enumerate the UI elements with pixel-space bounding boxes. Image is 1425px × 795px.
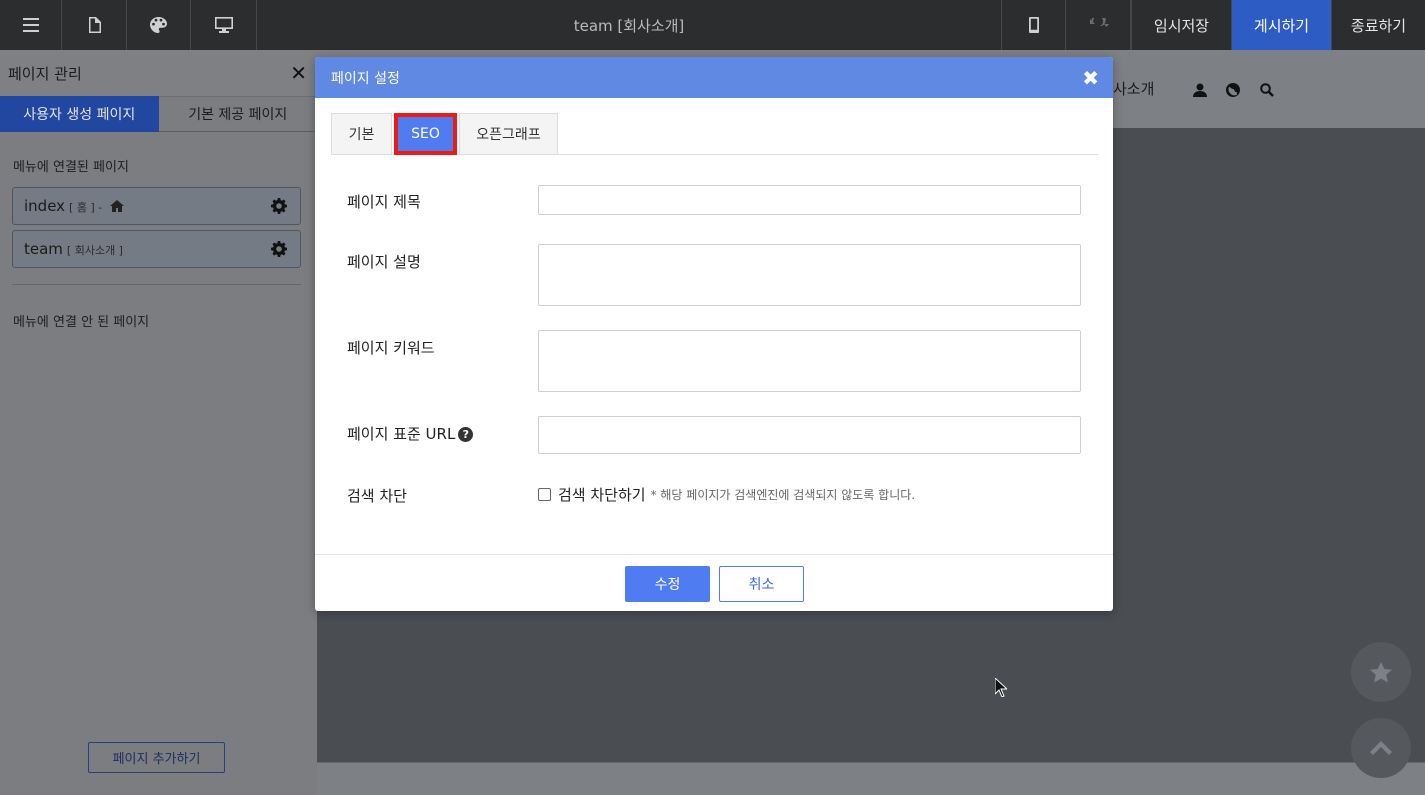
modal-footer: 수정 취소 (315, 554, 1113, 611)
tab-basic[interactable]: 기본 (331, 113, 392, 154)
search-block-checkbox-label[interactable]: 검색 차단하기 (558, 484, 646, 505)
close-icon[interactable]: ✕ (290, 61, 307, 85)
page-keywords-label: 페이지 키워드 (347, 339, 435, 357)
mouse-cursor-icon (995, 678, 1007, 697)
chevron-up-icon (1370, 741, 1392, 755)
page-title-label: 페이지 제목 (347, 193, 421, 211)
modal-tabs: 기본 SEO 오픈그래프 (331, 113, 1098, 155)
panel-header: 페이지 관리 ✕ (0, 50, 317, 96)
canonical-url-label-row: 페이지 표준 URL? (347, 423, 474, 444)
gear-icon[interactable] (271, 241, 287, 257)
page-keywords-textarea[interactable] (538, 330, 1081, 392)
page-item-team[interactable]: team[ 회사소개 ] (12, 230, 301, 268)
undo-button[interactable] (1066, 0, 1131, 50)
linked-pages-heading: 메뉴에 연결된 페이지 (13, 160, 129, 175)
canonical-url-label: 페이지 표준 URL (347, 425, 456, 443)
tab-opengraph[interactable]: 오픈그래프 (459, 113, 558, 154)
search-block-row: 검색 차단하기 * 해당 페이지가 검색엔진에 검색되지 않도록 합니다. (538, 484, 915, 505)
search-block-label: 검색 차단 (347, 487, 407, 505)
page-title: team [회사소개] (257, 0, 1002, 50)
panel-title: 페이지 관리 (8, 64, 82, 83)
tab-default-pages[interactable]: 기본 제공 페이지 (158, 96, 317, 132)
design-button[interactable] (127, 0, 191, 50)
user-icon[interactable] (1193, 83, 1207, 97)
panel-tabs: 사용자 생성 페이지 기본 제공 페이지 (0, 96, 317, 132)
hamburger-icon (22, 18, 39, 32)
monitor-icon (214, 17, 233, 33)
undo-icon (1090, 18, 1109, 27)
mobile-view-button[interactable] (1002, 0, 1066, 50)
canonical-url-input[interactable] (538, 416, 1081, 454)
home-icon (109, 200, 124, 212)
globe-icon[interactable] (1226, 83, 1240, 97)
top-toolbar: team [회사소개] 임시저장 게시하기 종료하기 (0, 0, 1425, 50)
site-footer-preview (317, 762, 1425, 795)
menu-button[interactable] (0, 0, 62, 50)
scroll-top-fab[interactable] (1351, 718, 1411, 778)
page-management-panel: 페이지 관리 ✕ 사용자 생성 페이지 기본 제공 페이지 메뉴에 연결된 페이… (0, 50, 317, 795)
palette-icon (150, 17, 167, 33)
file-icon (88, 17, 101, 33)
page-item-index[interactable]: index[ 홈 ] - (12, 187, 301, 225)
temp-save-button[interactable]: 임시저장 (1131, 0, 1231, 50)
page-description-textarea[interactable] (538, 244, 1081, 306)
unlinked-pages-heading: 메뉴에 연결 안 된 페이지 (13, 315, 150, 330)
tab-user-pages[interactable]: 사용자 생성 페이지 (0, 96, 159, 132)
page-item-sub: [ 홈 ] - (69, 201, 103, 214)
exit-button[interactable]: 종료하기 (1331, 0, 1425, 50)
modal-header: 페이지 설정 ✖ (315, 57, 1113, 98)
submit-button[interactable]: 수정 (625, 566, 710, 602)
page-item-name: team (24, 240, 63, 258)
publish-button[interactable]: 게시하기 (1231, 0, 1331, 50)
gear-icon[interactable] (271, 198, 287, 214)
search-icon[interactable] (1260, 83, 1274, 97)
add-page-button[interactable]: 페이지 추가하기 (88, 742, 225, 773)
nav-menu-item[interactable]: 사소개 (1113, 78, 1154, 99)
page-button[interactable] (62, 0, 127, 50)
help-icon[interactable]: ? (458, 427, 474, 442)
tab-seo[interactable]: SEO (394, 113, 457, 155)
page-description-label: 페이지 설명 (347, 253, 421, 271)
preview-button[interactable] (191, 0, 257, 50)
cancel-button[interactable]: 취소 (719, 566, 804, 602)
page-settings-modal: 페이지 설정 ✖ 기본 SEO 오픈그래프 페이지 제목 페이지 설명 페이지 … (315, 57, 1113, 611)
close-icon[interactable]: ✖ (1082, 66, 1099, 90)
page-item-name: index (24, 197, 66, 215)
modal-title: 페이지 설정 (331, 70, 400, 87)
favorite-fab[interactable] (1351, 642, 1411, 702)
mobile-icon (1028, 17, 1039, 33)
page-title-input[interactable] (538, 185, 1081, 215)
star-icon (1370, 661, 1392, 682)
search-block-checkbox[interactable] (538, 488, 551, 501)
search-block-note: * 해당 페이지가 검색엔진에 검색되지 않도록 합니다. (650, 488, 916, 502)
page-item-sub: [ 회사소개 ] (66, 244, 123, 257)
